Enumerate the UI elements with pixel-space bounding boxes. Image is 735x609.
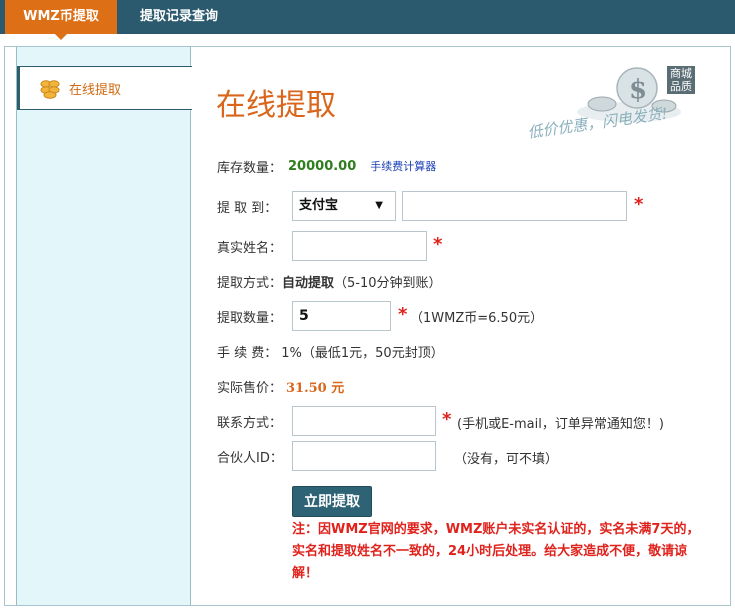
partner-id-input[interactable] [292, 441, 436, 471]
dropdown-arrow-icon: ▼ [375, 200, 383, 211]
tab-wmz-withdraw[interactable]: WMZ币提取 [5, 0, 117, 34]
contact-label: 联系方式： [217, 415, 283, 431]
partner-hint: （没有，可不填） [454, 452, 559, 467]
partner-label: 合伙人ID： [217, 450, 283, 466]
contact-row: 联系方式： [217, 406, 282, 436]
required-mark: * [634, 194, 644, 215]
stock-row: 库存数量： 20000.00 手续费计算器 [217, 151, 436, 181]
svg-text:$: $ [629, 75, 647, 105]
active-tab-pointer [55, 34, 67, 40]
promo-banner: $ 商城品质 低价优惠，闪电发货! [527, 54, 727, 144]
tab-withdraw-records[interactable]: 提取记录查询 [124, 0, 234, 34]
page-title: 在线提取 [216, 88, 336, 123]
required-mark: * [398, 304, 408, 325]
partner-row: 合伙人ID： [217, 441, 283, 471]
amount-row: 提取数量： [217, 301, 282, 331]
stock-label: 库存数量： [217, 160, 283, 176]
withdraw-method-note: （5-10分钟到账） [334, 275, 442, 291]
withdraw-to-row: 提 取 到： [217, 191, 277, 221]
required-mark: * [442, 409, 452, 430]
required-mark: * [433, 234, 443, 255]
fee-row: 手 续 费： 1%（最低1元，50元封顶） [217, 336, 444, 366]
withdraw-to-label: 提 取 到： [217, 200, 278, 216]
contact-input[interactable] [292, 406, 436, 436]
sidebar-item-label: 在线提取 [69, 83, 122, 98]
real-name-label: 真实姓名： [217, 240, 283, 256]
coins-icon [40, 80, 60, 99]
notice-text: 注：因WMZ官网的要求，WMZ账户未实名认证的，实名未满7天的，实名和提取姓名不… [292, 522, 700, 581]
price-row: 实际售价： 31.50 元 [217, 371, 344, 401]
price-label: 实际售价： [217, 380, 283, 396]
fee-label: 手 续 费： [217, 345, 278, 361]
quality-badge: 商城品质 [667, 66, 695, 94]
fee-value: 1%（最低1元，50元封顶） [281, 345, 444, 361]
account-input[interactable] [402, 191, 627, 221]
top-tab-bar: WMZ币提取 提取记录查询 [0, 0, 735, 34]
payment-method-selected: 支付宝 [299, 198, 339, 213]
payment-method-select[interactable]: 支付宝 ▼ [292, 191, 396, 221]
exchange-rate-hint: （1WMZ币=6.50元） [410, 311, 544, 326]
amount-label: 提取数量： [217, 310, 283, 326]
fee-calculator-link[interactable]: 手续费计算器 [370, 158, 436, 174]
price-value: 31.50 元 [286, 380, 345, 396]
real-name-row: 真实姓名： [217, 231, 282, 261]
withdraw-method-label: 提取方式： [217, 275, 283, 291]
withdraw-method-value: 自动提取 [282, 275, 335, 291]
submit-withdraw-button[interactable]: 立即提取 [292, 486, 372, 517]
sidebar: 在线提取 [16, 47, 192, 605]
real-name-input[interactable] [292, 231, 427, 261]
sidebar-item-online-withdraw[interactable]: 在线提取 [17, 66, 192, 110]
stock-value: 20000.00 [288, 158, 357, 174]
amount-input[interactable]: 5 [292, 301, 391, 331]
contact-hint: (手机或E-mail，订单异常通知您！) [457, 417, 664, 432]
withdraw-method-row: 提取方式： 自动提取 （5-10分钟到账） [217, 266, 442, 296]
